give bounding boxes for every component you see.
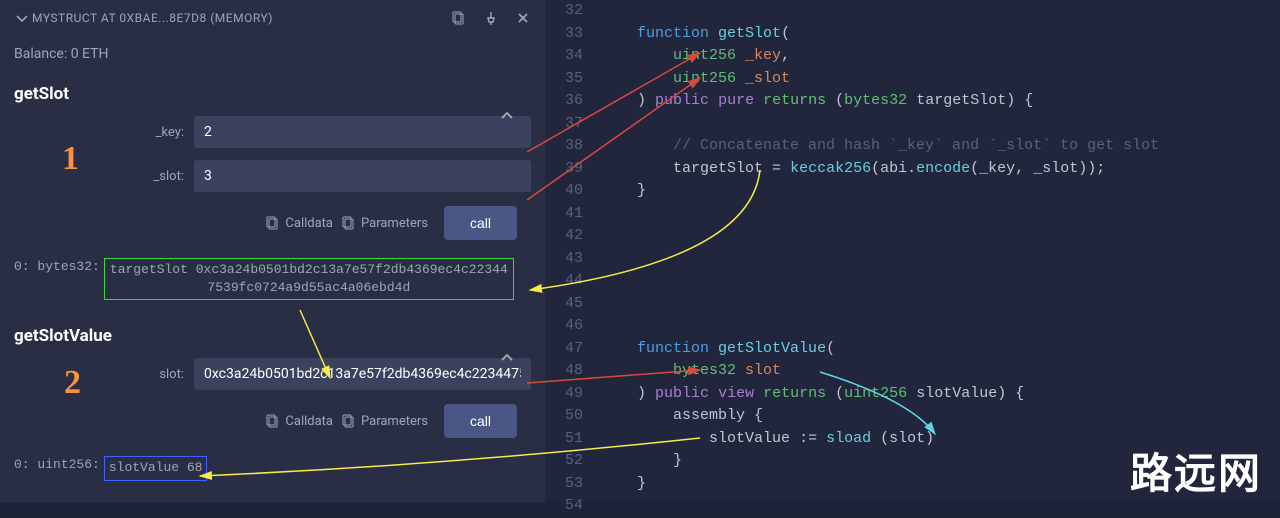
chevron-up-icon[interactable] bbox=[499, 108, 515, 124]
input-slot2[interactable] bbox=[194, 358, 531, 390]
line-number: 42 bbox=[545, 225, 601, 248]
line-number: 47 bbox=[545, 338, 601, 361]
call-button[interactable]: call bbox=[444, 404, 517, 438]
input-slot[interactable] bbox=[194, 160, 531, 192]
code-text: } bbox=[601, 473, 646, 496]
code-editor: 3233 function getSlot(34 uint256 _key,35… bbox=[545, 0, 1280, 502]
line-number: 46 bbox=[545, 315, 601, 338]
line-number: 52 bbox=[545, 450, 601, 473]
code-line: 45 bbox=[545, 293, 1280, 316]
line-number: 41 bbox=[545, 203, 601, 226]
parameters-button[interactable]: Parameters bbox=[341, 413, 428, 429]
copy-icon bbox=[341, 215, 357, 231]
line-number: 36 bbox=[545, 90, 601, 113]
line-number: 49 bbox=[545, 383, 601, 406]
chevron-down-icon[interactable] bbox=[14, 10, 24, 26]
line-number: 40 bbox=[545, 180, 601, 203]
line-number: 54 bbox=[545, 495, 601, 518]
param-label-slot2: slot: bbox=[14, 367, 184, 382]
line-number: 50 bbox=[545, 405, 601, 428]
param-label-key: _key: bbox=[14, 125, 184, 140]
code-line: 33 function getSlot( bbox=[545, 23, 1280, 46]
panel-header: MYSTRUCT AT 0XBAE...8E7D8 (MEMORY) bbox=[14, 10, 531, 26]
code-text: bytes32 slot bbox=[601, 360, 781, 383]
code-line: 47 function getSlotValue( bbox=[545, 338, 1280, 361]
calldata-button[interactable]: Calldata bbox=[265, 413, 333, 429]
pin-icon[interactable] bbox=[483, 10, 499, 26]
code-text: function getSlot( bbox=[601, 23, 790, 46]
code-text: } bbox=[601, 450, 682, 473]
debug-panel: MYSTRUCT AT 0XBAE...8E7D8 (MEMORY) Balan… bbox=[0, 0, 545, 502]
code-text: function getSlotValue( bbox=[601, 338, 835, 361]
code-line: 35 uint256 _slot bbox=[545, 68, 1280, 91]
code-line: 46 bbox=[545, 315, 1280, 338]
calldata-button[interactable]: Calldata bbox=[265, 215, 333, 231]
line-number: 53 bbox=[545, 473, 601, 496]
annotation-number-2: 2 bbox=[64, 364, 81, 402]
annotation-number-1: 1 bbox=[62, 140, 79, 178]
code-text: assembly { bbox=[601, 405, 763, 428]
balance-value: 0 ETH bbox=[71, 46, 109, 62]
line-number: 43 bbox=[545, 248, 601, 271]
code-line: 43 bbox=[545, 248, 1280, 271]
code-text: } bbox=[601, 180, 646, 203]
param-label-slot: _slot: bbox=[14, 169, 184, 184]
code-text: uint256 _slot bbox=[601, 68, 790, 91]
copy-icon[interactable] bbox=[451, 10, 467, 26]
code-text: uint256 _key, bbox=[601, 45, 790, 68]
copy-icon bbox=[265, 413, 281, 429]
copy-icon bbox=[265, 215, 281, 231]
code-line: 48 bytes32 slot bbox=[545, 360, 1280, 383]
line-number: 33 bbox=[545, 23, 601, 46]
input-key[interactable] bbox=[194, 116, 531, 148]
code-line: 36 ) public pure returns (bytes32 target… bbox=[545, 90, 1280, 113]
copy-icon bbox=[341, 413, 357, 429]
code-text: ) public view returns (uint256 slotValue… bbox=[601, 383, 1024, 406]
fn-title-getslot: getSlot bbox=[14, 84, 531, 104]
line-number: 32 bbox=[545, 0, 601, 23]
code-line: 49 ) public view returns (uint256 slotVa… bbox=[545, 383, 1280, 406]
balance-label: Balance: bbox=[14, 46, 67, 62]
line-number: 35 bbox=[545, 68, 601, 91]
fn-title-getslotvalue: getSlotValue bbox=[14, 326, 531, 346]
code-line: 51 slotValue := sload (slot) bbox=[545, 428, 1280, 451]
line-number: 51 bbox=[545, 428, 601, 451]
line-number: 44 bbox=[545, 270, 601, 293]
code-text: // Concatenate and hash `_key` and `_slo… bbox=[601, 135, 1159, 158]
code-text: targetSlot = keccak256(abi.encode(_key, … bbox=[601, 158, 1105, 181]
code-line: 37 bbox=[545, 113, 1280, 136]
line-number: 37 bbox=[545, 113, 601, 136]
code-line: 42 bbox=[545, 225, 1280, 248]
parameters-button[interactable]: Parameters bbox=[341, 215, 428, 231]
code-text: slotValue := sload (slot) bbox=[601, 428, 934, 451]
line-number: 48 bbox=[545, 360, 601, 383]
line-number: 39 bbox=[545, 158, 601, 181]
line-number: 45 bbox=[545, 293, 601, 316]
close-icon[interactable] bbox=[515, 10, 531, 26]
code-line: 41 bbox=[545, 203, 1280, 226]
code-text: ) public pure returns (bytes32 targetSlo… bbox=[601, 90, 1033, 113]
code-line: 44 bbox=[545, 270, 1280, 293]
result-getslotvalue: 0: uint256: slotValue 68 bbox=[14, 452, 531, 484]
code-line: 34 uint256 _key, bbox=[545, 45, 1280, 68]
chevron-up-icon[interactable] bbox=[499, 350, 515, 366]
watermark-text: 路远网 bbox=[1130, 466, 1262, 489]
code-line: 39 targetSlot = keccak256(abi.encode(_ke… bbox=[545, 158, 1280, 181]
call-button[interactable]: call bbox=[444, 206, 517, 240]
line-number: 38 bbox=[545, 135, 601, 158]
code-line: 40 } bbox=[545, 180, 1280, 203]
code-line: 50 assembly { bbox=[545, 405, 1280, 428]
panel-title: MYSTRUCT AT 0XBAE...8E7D8 (MEMORY) bbox=[32, 11, 273, 25]
code-line: 38 // Concatenate and hash `_key` and `_… bbox=[545, 135, 1280, 158]
balance-row: Balance: 0 ETH bbox=[14, 46, 531, 62]
result-getslot: 0: bytes32: targetSlot 0xc3a24b0501bd2c1… bbox=[14, 254, 531, 304]
line-number: 34 bbox=[545, 45, 601, 68]
code-line: 32 bbox=[545, 0, 1280, 23]
